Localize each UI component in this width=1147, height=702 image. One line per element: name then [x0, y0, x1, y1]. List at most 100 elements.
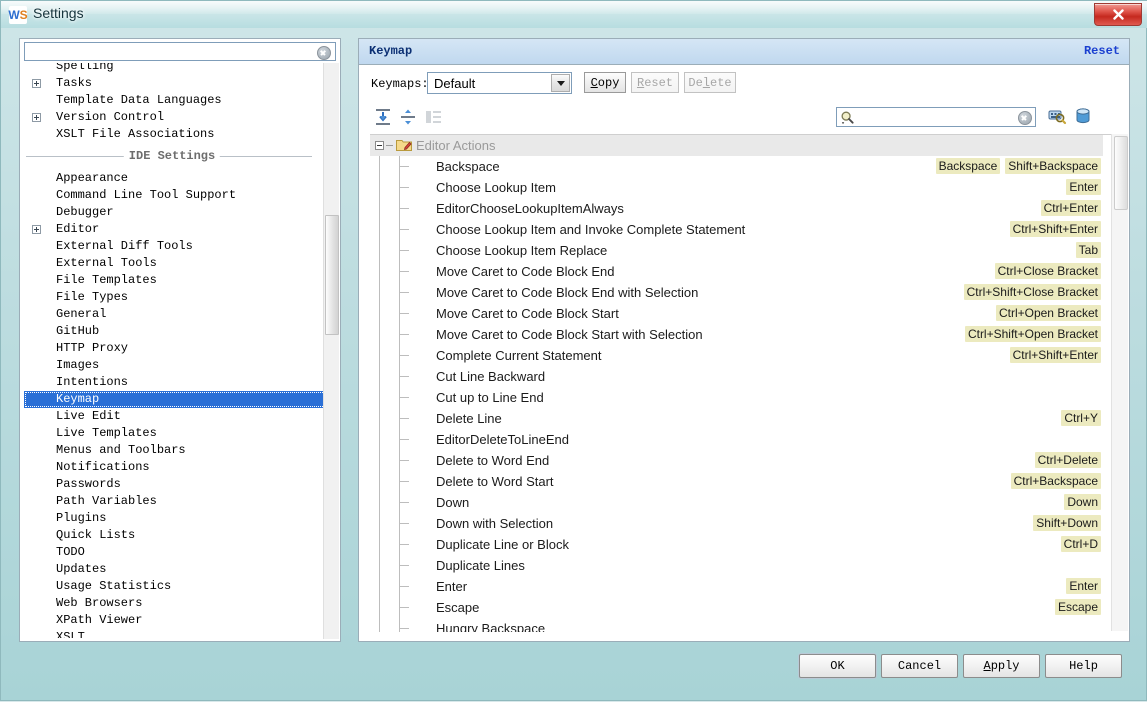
sidebar-item-debugger[interactable]: Debugger	[24, 204, 320, 221]
keymap-search-field[interactable]	[836, 107, 1036, 127]
sidebar-item-menus-and-toolbars[interactable]: Menus and Toolbars	[24, 442, 320, 459]
sidebar-item-todo[interactable]: TODO	[24, 544, 320, 561]
sidebar-item-updates[interactable]: Updates	[24, 561, 320, 578]
tree-row[interactable]: Move Caret to Code Block End with Select…	[370, 282, 1103, 303]
sidebar-search-field[interactable]	[24, 42, 336, 61]
help-button[interactable]: Help	[1045, 654, 1122, 678]
expand-icon[interactable]	[32, 225, 41, 234]
action-name: Cut up to Line End	[436, 390, 544, 405]
sidebar-item-quick-lists[interactable]: Quick Lists	[24, 527, 320, 544]
ok-button[interactable]: OK	[799, 654, 876, 678]
collapse-icon[interactable]	[375, 141, 384, 150]
shortcut-badge: Ctrl+Enter	[1040, 200, 1101, 216]
tree-row[interactable]: Backspace Backspace Shift+Backspace	[370, 156, 1103, 177]
copy-keymap-button[interactable]: Copy	[584, 72, 626, 93]
tree-row[interactable]: Duplicate Lines	[370, 555, 1103, 576]
sidebar-item-label: Path Variables	[56, 494, 157, 508]
tree-row[interactable]: Cut up to Line End	[370, 387, 1103, 408]
expand-all-icon[interactable]	[372, 106, 394, 128]
tree-row[interactable]: Delete to Word End Ctrl+Delete	[370, 450, 1103, 471]
tree-row[interactable]: Down Down	[370, 492, 1103, 513]
sidebar-item-web-browsers[interactable]: Web Browsers	[24, 595, 320, 612]
tree-row[interactable]: Escape Escape	[370, 597, 1103, 618]
action-name: Backspace	[436, 159, 500, 174]
sidebar-item-general[interactable]: General	[24, 306, 320, 323]
sidebar-item-github[interactable]: GitHub	[24, 323, 320, 340]
sidebar-item-appearance[interactable]: Appearance	[24, 170, 320, 187]
keyboard-shortcut-bin-icon[interactable]	[1073, 106, 1093, 126]
tree-row[interactable]: Move Caret to Code Block Start with Sele…	[370, 324, 1103, 345]
search-input[interactable]	[28, 44, 307, 61]
tree-row[interactable]: Cut Line Backward	[370, 366, 1103, 387]
expand-icon[interactable]	[32, 79, 41, 88]
sidebar-item-spelling[interactable]: Spelling	[24, 63, 320, 75]
tree-row[interactable]: Choose Lookup Item Replace Tab	[370, 240, 1103, 261]
sidebar-item-external-diff-tools[interactable]: External Diff Tools	[24, 238, 320, 255]
keymap-tree-scrollbar-thumb[interactable]	[1114, 136, 1128, 210]
webstorm-icon: WS	[8, 6, 28, 24]
sidebar-item-file-types[interactable]: File Types	[24, 289, 320, 306]
tree-root-row[interactable]: Editor Actions	[370, 135, 1103, 156]
sidebar-item-path-variables[interactable]: Path Variables	[24, 493, 320, 510]
sidebar-item-xslt-file-associations[interactable]: XSLT File Associations	[24, 126, 320, 143]
sidebar-item-label: Spelling	[56, 63, 114, 73]
clear-icon[interactable]	[317, 46, 331, 60]
keymap-tree-scrollbar[interactable]	[1111, 134, 1128, 631]
clear-icon[interactable]	[1018, 111, 1032, 125]
tree-row[interactable]: EditorDeleteToLineEnd	[370, 429, 1103, 450]
action-name: Enter	[436, 579, 468, 594]
reset-link[interactable]: Reset	[1084, 44, 1120, 58]
sidebar-item-template-data-languages[interactable]: Template Data Languages	[24, 92, 320, 109]
sidebar-item-live-templates[interactable]: Live Templates	[24, 425, 320, 442]
sidebar-item-xslt[interactable]: XSLT	[24, 629, 320, 638]
sidebar-item-http-proxy[interactable]: HTTP Proxy	[24, 340, 320, 357]
collapse-all-icon[interactable]	[397, 106, 419, 128]
tree-connector	[379, 597, 380, 618]
sidebar-item-tasks[interactable]: Tasks	[24, 75, 320, 92]
close-icon[interactable]	[1094, 3, 1142, 26]
chevron-down-icon[interactable]	[551, 74, 570, 92]
sidebar-item-label: General	[56, 307, 107, 321]
sidebar-scrollbar-thumb[interactable]	[325, 215, 339, 335]
tree-connector	[400, 166, 409, 167]
sidebar-item-version-control[interactable]: Version Control	[24, 109, 320, 126]
tree-connector	[379, 408, 380, 429]
sidebar-item-keymap[interactable]: Keymap	[24, 391, 332, 408]
sidebar-item-plugins[interactable]: Plugins	[24, 510, 320, 527]
tree-connector	[379, 576, 380, 597]
sidebar-item-usage-statistics[interactable]: Usage Statistics	[24, 578, 320, 595]
sidebar-scrollbar[interactable]	[323, 63, 339, 639]
tree-row[interactable]: Complete Current Statement Ctrl+Shift+Ent…	[370, 345, 1103, 366]
button-label: OK	[830, 659, 845, 673]
sidebar-item-passwords[interactable]: Passwords	[24, 476, 320, 493]
tree-row[interactable]: Move Caret to Code Block Start Ctrl+Open …	[370, 303, 1103, 324]
expand-icon[interactable]	[32, 113, 41, 122]
sidebar-item-file-templates[interactable]: File Templates	[24, 272, 320, 289]
tree-row[interactable]: Delete Line Ctrl+Y	[370, 408, 1103, 429]
find-by-shortcut-icon[interactable]	[1047, 106, 1067, 126]
keymap-select[interactable]: Default	[427, 72, 572, 94]
tree-row[interactable]: Choose Lookup Item and Invoke Complete S…	[370, 219, 1103, 240]
tree-connector	[400, 208, 409, 209]
tree-row[interactable]: Down with Selection Shift+Down	[370, 513, 1103, 534]
sidebar-item-live-edit[interactable]: Live Edit	[24, 408, 320, 425]
tree-row[interactable]: Duplicate Line or Block Ctrl+D	[370, 534, 1103, 555]
sidebar-item-intentions[interactable]: Intentions	[24, 374, 320, 391]
tree-row[interactable]: EditorChooseLookupItemAlways Ctrl+Enter	[370, 198, 1103, 219]
sidebar-item-images[interactable]: Images	[24, 357, 320, 374]
sidebar-item-editor[interactable]: Editor	[24, 221, 320, 238]
action-name: Duplicate Lines	[436, 558, 525, 573]
sidebar-item-notifications[interactable]: Notifications	[24, 459, 320, 476]
keymap-search-input[interactable]	[859, 109, 1013, 127]
sidebar-item-xpath-viewer[interactable]: XPath Viewer	[24, 612, 320, 629]
tree-row[interactable]: Delete to Word Start Ctrl+Backspace	[370, 471, 1103, 492]
sidebar-item-external-tools[interactable]: External Tools	[24, 255, 320, 272]
tree-row[interactable]: Enter Enter	[370, 576, 1103, 597]
tree-row[interactable]: Hungry Backspace	[370, 618, 1103, 632]
cancel-button[interactable]: Cancel	[881, 654, 958, 678]
apply-button[interactable]: Apply	[963, 654, 1040, 678]
tree-row[interactable]: Choose Lookup Item Enter	[370, 177, 1103, 198]
tree-connector	[379, 156, 380, 177]
sidebar-item-command-line-tool-support[interactable]: Command Line Tool Support	[24, 187, 320, 204]
tree-row[interactable]: Move Caret to Code Block End Ctrl+Close B…	[370, 261, 1103, 282]
